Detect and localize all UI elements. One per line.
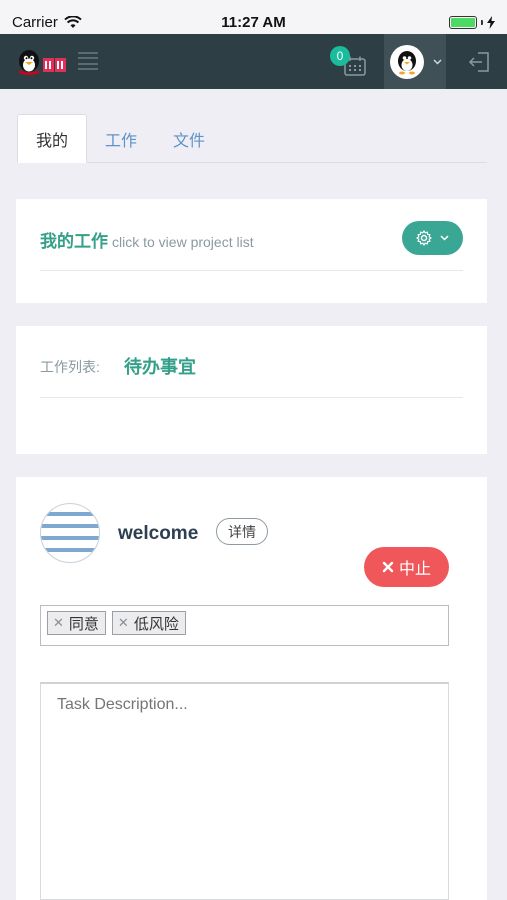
my-work-title-text: 我的工作	[40, 232, 108, 251]
user-avatar	[390, 44, 424, 79]
workflow-avatar	[40, 503, 100, 563]
divider	[40, 397, 463, 398]
tag-label: 同意	[68, 615, 99, 633]
divider	[40, 270, 463, 271]
gear-icon	[416, 230, 432, 246]
carrier-info: Carrier	[12, 14, 82, 31]
work-list-value[interactable]: 待办事宜	[124, 353, 196, 379]
tab-mine[interactable]: 我的	[17, 114, 88, 163]
tab-work[interactable]: 工作	[87, 114, 155, 163]
wifi-icon	[64, 15, 82, 28]
main-tabs: 我的 工作 文件	[17, 114, 487, 163]
tag-chip: ✕ 同意	[47, 611, 106, 635]
my-work-subtitle: click to view project list	[112, 234, 254, 250]
tag-input[interactable]: ✕ 同意 ✕ 低风险	[40, 605, 449, 646]
remove-tag-icon[interactable]: ✕	[53, 615, 64, 631]
hamburger-menu-icon[interactable]	[78, 52, 98, 70]
chevron-down-icon	[440, 235, 449, 241]
my-work-card: 我的工作 click to view project list	[16, 199, 487, 303]
close-icon	[382, 561, 394, 573]
abort-button[interactable]: 中止	[364, 547, 449, 587]
workflow-name: welcome	[118, 523, 199, 544]
workflow-task-card: welcome 详情 中止 ✕ 同意 ✕ 低风险	[16, 477, 487, 900]
notification-badge: 0	[330, 46, 350, 66]
tab-files[interactable]: 文件	[155, 114, 223, 163]
settings-dropdown-button[interactable]	[402, 221, 463, 255]
user-menu-dropdown[interactable]	[384, 34, 446, 89]
carrier-label: Carrier	[12, 13, 58, 31]
remove-tag-icon[interactable]: ✕	[118, 615, 129, 631]
task-description-input[interactable]	[40, 682, 449, 900]
tag-label: 低风险	[133, 615, 179, 633]
logout-icon	[468, 52, 489, 72]
charging-icon	[487, 15, 495, 29]
logout-button[interactable]	[466, 48, 494, 76]
calendar-button[interactable]: 0	[330, 44, 370, 80]
top-navbar: 0	[0, 34, 507, 89]
abort-label: 中止	[398, 561, 431, 578]
chevron-down-icon	[433, 58, 442, 65]
battery-icon	[449, 15, 495, 29]
tag-chip: ✕ 低风险	[111, 611, 186, 635]
app-logo[interactable]	[16, 48, 68, 78]
work-list-card: 工作列表: 待办事宜	[16, 326, 487, 454]
my-work-title[interactable]: 我的工作 click to view project list	[40, 227, 254, 252]
detail-button[interactable]: 详情	[216, 518, 268, 545]
work-list-label: 工作列表:	[40, 359, 100, 375]
